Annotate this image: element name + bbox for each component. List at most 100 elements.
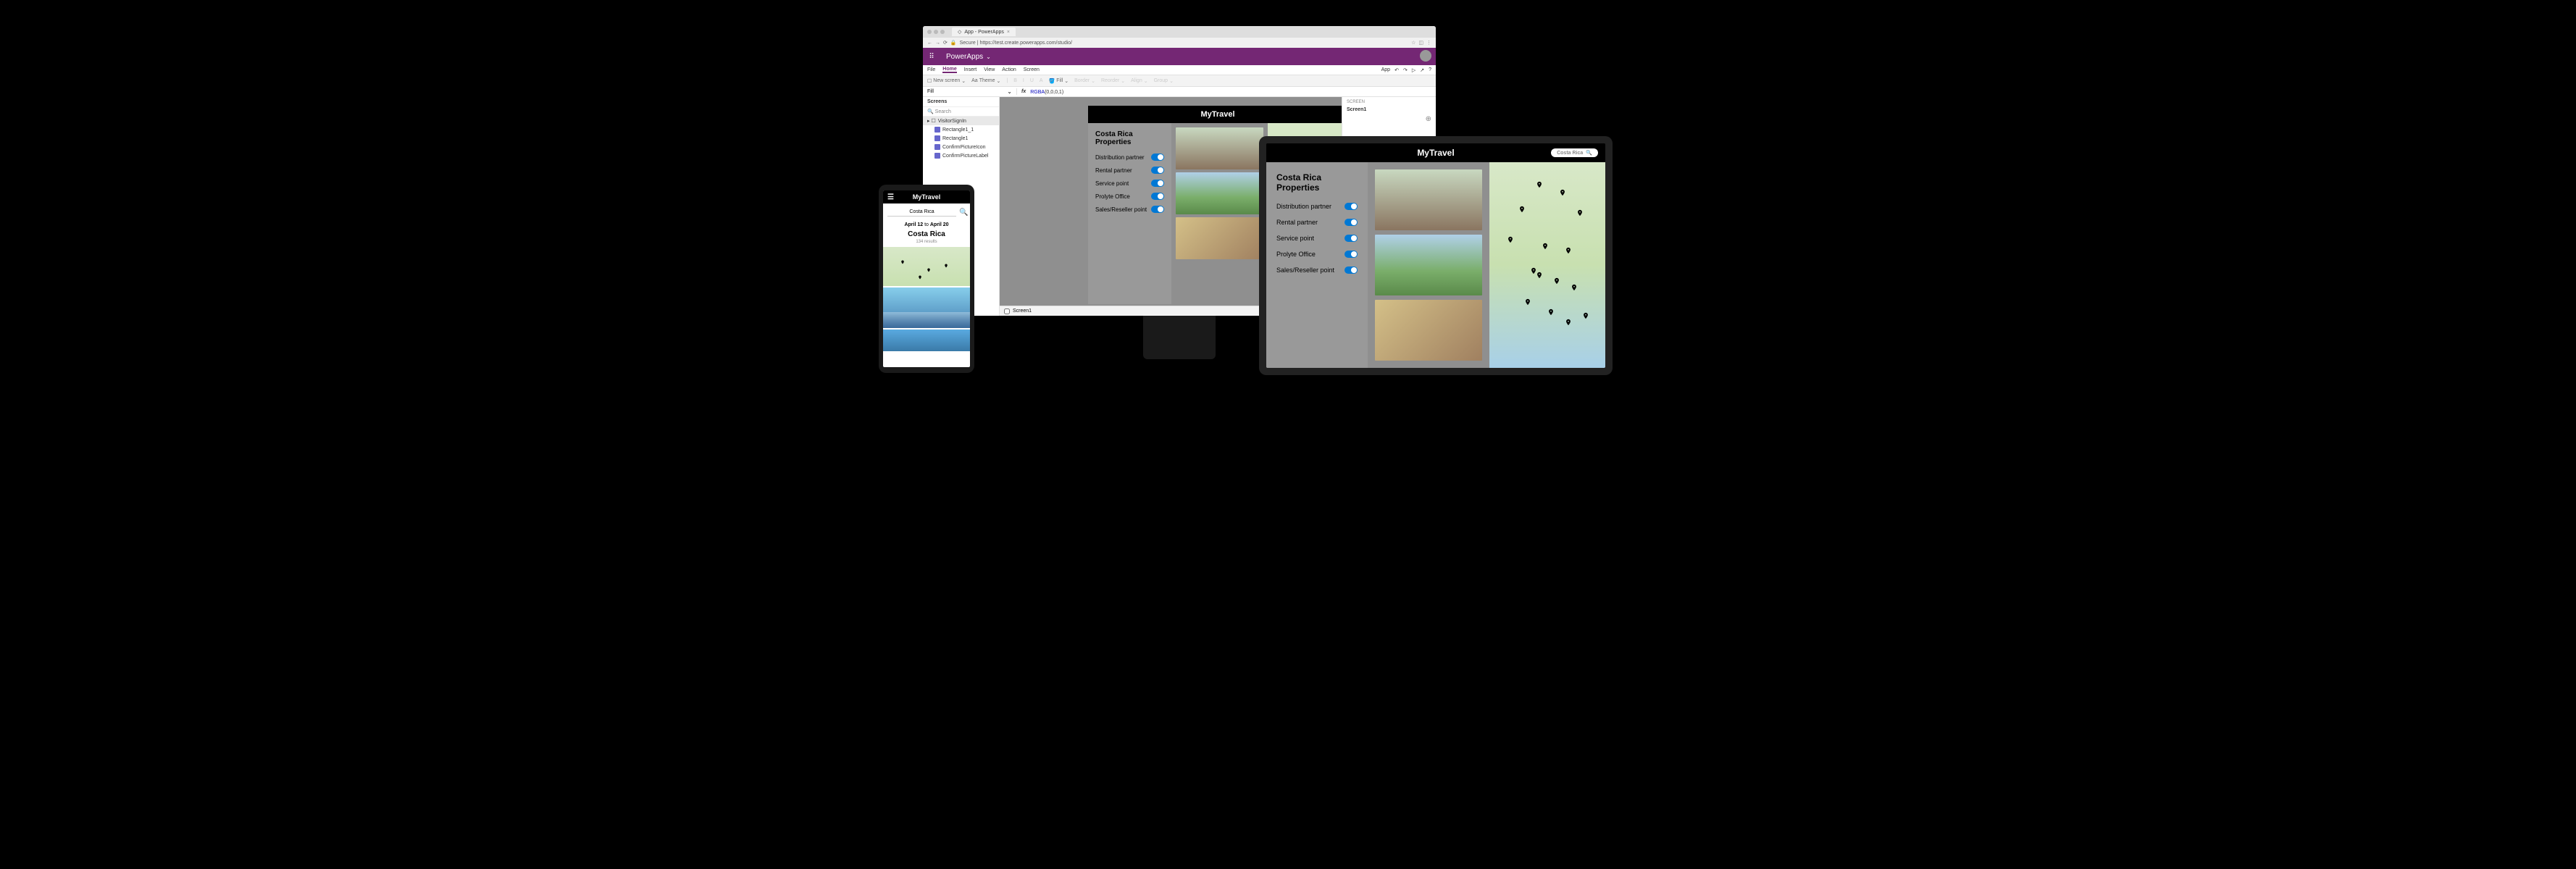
tree-item[interactable]: ConfirmPictureLabel (923, 151, 999, 160)
destination-title: Costa Rica (883, 229, 970, 240)
property-photo[interactable] (883, 329, 970, 351)
play-icon[interactable]: ▷ (1412, 67, 1415, 73)
properties-expand-icon[interactable]: ⊕ (1342, 115, 1436, 123)
toggle[interactable] (1345, 219, 1358, 226)
tab-action[interactable]: Action (1002, 67, 1016, 72)
map-view[interactable] (1489, 162, 1605, 368)
tab-title: App - PowerApps (964, 30, 1003, 35)
tree-item-screen[interactable]: ▸ ☐ VisitorSignIn (923, 117, 999, 125)
help-icon[interactable]: ? (1429, 67, 1431, 72)
app-title: MyTravel (1200, 110, 1234, 119)
phone-device: ☰ MyTravel 🔍 April 12 to April 20 Costa … (879, 185, 974, 373)
formula-input[interactable]: RGBA(0,0,0,1) (1030, 89, 1063, 95)
chevron-down-icon: ⌄ (986, 54, 991, 60)
border-button: Border ⌄ (1074, 78, 1095, 84)
filter-row: Rental partner (1276, 219, 1358, 226)
new-screen-button[interactable]: ☐ New screen ⌄ (927, 78, 966, 84)
lock-icon: 🔒 (950, 40, 957, 46)
property-selector[interactable]: Fill ⌄ (923, 88, 1017, 95)
tree-search[interactable]: 🔍 Search (923, 107, 999, 117)
tab-file[interactable]: File (927, 67, 935, 72)
fill-button[interactable]: 🪣 Fill ⌄ (1049, 78, 1069, 84)
property-photo[interactable] (1176, 217, 1263, 259)
share-icon[interactable]: ↗ (1420, 67, 1424, 73)
app-title: MyTravel (913, 193, 941, 201)
tree-header: Screens (923, 97, 999, 107)
tree-item[interactable]: Rectangle1_1 (923, 125, 999, 134)
search-input[interactable] (887, 208, 956, 217)
date-range[interactable]: April 12 to April 20 (883, 221, 970, 229)
powerapps-header: ⠿ PowerApps ⌄ (923, 48, 1436, 65)
powerapps-brand[interactable]: PowerApps ⌄ (940, 53, 997, 61)
photo-gallery (1171, 123, 1268, 304)
chevron-down-icon: ⌄ (1007, 88, 1012, 95)
toggle[interactable] (1345, 251, 1358, 258)
window-controls[interactable] (927, 30, 945, 34)
toggle[interactable] (1151, 167, 1164, 174)
map-view[interactable] (883, 247, 970, 286)
back-icon[interactable]: ← (927, 41, 932, 46)
close-icon[interactable]: × (1007, 30, 1010, 35)
app-title: MyTravel (1417, 148, 1454, 158)
undo-icon[interactable]: ↶ (1394, 67, 1399, 73)
waffle-icon[interactable]: ⠿ (923, 53, 940, 61)
results-count: 134 results (883, 240, 970, 247)
property-photo[interactable] (1375, 169, 1482, 230)
browser-chrome: ◇ App - PowerApps × (923, 26, 1436, 38)
fx-label: fx (1017, 89, 1030, 94)
toggle[interactable] (1345, 235, 1358, 242)
property-photo[interactable] (1375, 300, 1482, 361)
tree-item[interactable]: ConfirmPictureIcon (923, 143, 999, 151)
app-header: MyTravel (1088, 106, 1347, 123)
redo-icon[interactable]: ↷ (1403, 67, 1408, 73)
url-bar[interactable]: ← → ⟳ 🔒 Secure | https://test.create.pow… (923, 38, 1436, 48)
search-icon[interactable]: 🔍 (959, 209, 968, 217)
search-icon: 🔍 (1586, 150, 1592, 156)
section-title: Costa Rica Properties (1095, 130, 1164, 146)
filters-panel: Costa Rica Properties Distribution partn… (1088, 123, 1171, 304)
tree-item[interactable]: Rectangle1 (923, 134, 999, 143)
filter-row: Rental partner (1095, 167, 1164, 174)
filter-row: Prolyte Office (1276, 251, 1358, 258)
reload-icon[interactable]: ⟳ (943, 40, 948, 46)
filter-row: Sales/Reseller point (1095, 206, 1164, 213)
properties-screen-name: Screen1 (1342, 107, 1436, 115)
forward-icon[interactable]: → (935, 41, 940, 46)
filter-row: Distribution partner (1095, 154, 1164, 161)
toggle[interactable] (1151, 154, 1164, 161)
browser-extension-icons[interactable]: ☆◫⋮ (1411, 40, 1431, 46)
hamburger-icon[interactable]: ☰ (887, 193, 894, 201)
theme-button[interactable]: Aa Theme ⌄ (971, 78, 1000, 84)
tablet-device: MyTravel Costa Rica 🔍 Costa Rica Propert… (1259, 136, 1613, 375)
tab-home[interactable]: Home (942, 67, 956, 73)
align-button: Align ⌄ (1131, 78, 1147, 84)
property-photo[interactable] (883, 287, 970, 328)
filter-row: Service point (1276, 235, 1358, 242)
property-photo[interactable] (1176, 172, 1263, 214)
photo-gallery (1368, 162, 1489, 368)
avatar[interactable] (1420, 50, 1431, 62)
browser-tab[interactable]: ◇ App - PowerApps × (952, 28, 1016, 36)
ribbon-toolbar: ☐ New screen ⌄ Aa Theme ⌄ | B I U A 🪣 Fi… (923, 75, 1436, 87)
app-header: MyTravel Costa Rica 🔍 (1266, 143, 1605, 162)
tab-screen[interactable]: Screen (1024, 67, 1040, 72)
toggle[interactable] (1151, 193, 1164, 200)
property-photo[interactable] (1375, 235, 1482, 295)
tab-favicon: ◇ (958, 29, 961, 35)
app-header: ☰ MyTravel (883, 190, 970, 203)
toggle[interactable] (1151, 180, 1164, 187)
app-label[interactable]: App (1381, 67, 1390, 72)
toggle[interactable] (1345, 266, 1358, 274)
properties-section-label: SCREEN (1342, 97, 1436, 107)
filters-panel: Costa Rica Properties Distribution partn… (1266, 162, 1368, 368)
property-photo[interactable] (1176, 127, 1263, 169)
tab-view[interactable]: View (984, 67, 995, 72)
ribbon-tabs: File Home Insert View Action Screen App … (923, 65, 1436, 75)
screen-checkbox[interactable] (1004, 308, 1010, 314)
search-input[interactable]: Costa Rica 🔍 (1551, 148, 1598, 157)
toggle[interactable] (1151, 206, 1164, 213)
toggle[interactable] (1345, 203, 1358, 210)
search-row: 🔍 (883, 203, 970, 221)
section-title: Costa Rica Properties (1276, 172, 1358, 193)
tab-insert[interactable]: Insert (964, 67, 977, 72)
